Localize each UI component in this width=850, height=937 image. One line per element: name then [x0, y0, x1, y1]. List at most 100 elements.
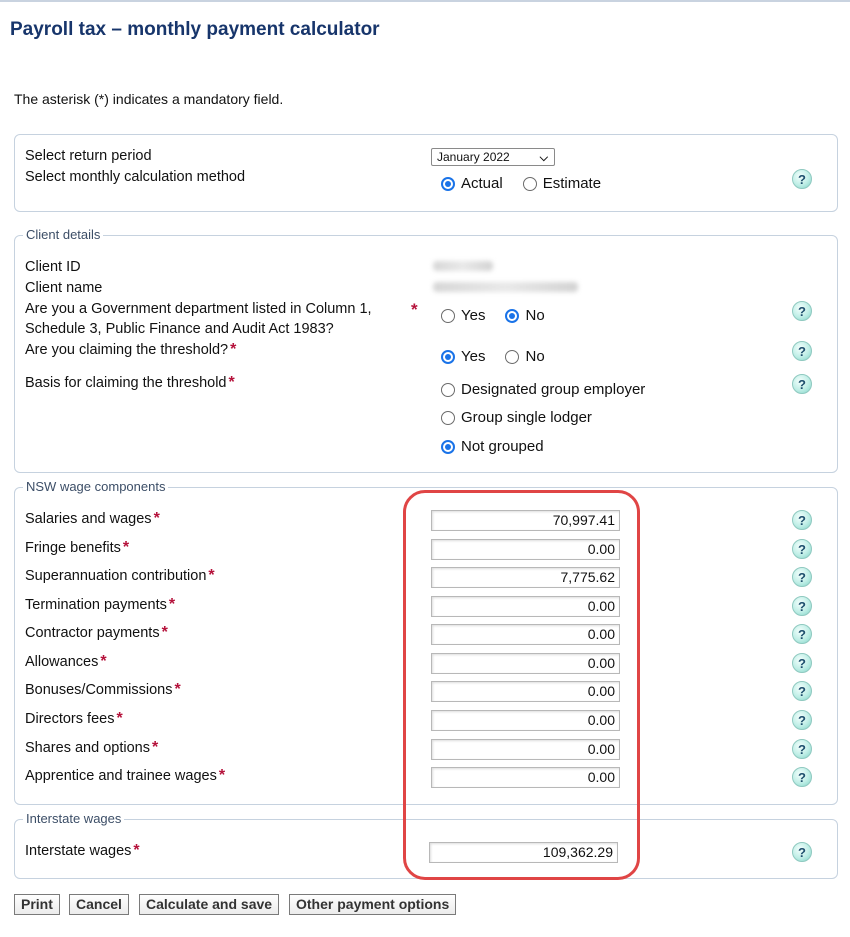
wage-amount-input[interactable]: 0.00	[431, 624, 620, 645]
threshold-yes-label: Yes	[461, 348, 486, 365]
method-actual-radio[interactable]	[441, 176, 455, 191]
interstate-wages-input[interactable]: 109,362.29	[429, 842, 618, 863]
wage-amount-input[interactable]: 0.00	[431, 596, 620, 617]
wage-label: Shares and options	[25, 740, 150, 756]
help-icon[interactable]: ?	[792, 539, 812, 559]
wage-row-label: Salaries and wages *	[25, 509, 160, 529]
nsw-wage-legend: NSW wage components	[23, 479, 169, 494]
wage-row-label: Superannuation contribution *	[25, 566, 215, 586]
wage-row-label: Apprentice and trainee wages *	[25, 766, 225, 786]
page-title: Payroll tax – monthly payment calculator	[10, 19, 380, 40]
wage-amount-input[interactable]: 70,997.41	[431, 510, 620, 531]
mandatory-star: *	[151, 739, 159, 756]
mandatory-note: The asterisk (*) indicates a mandatory f…	[14, 91, 284, 107]
help-icon[interactable]: ?	[792, 341, 812, 361]
wage-amount-input[interactable]: 0.00	[431, 681, 620, 702]
help-icon[interactable]: ?	[792, 374, 812, 394]
gov-dept-no-label: No	[525, 307, 545, 324]
help-icon[interactable]: ?	[792, 653, 812, 673]
wage-row-label: Bonuses/Commissions *	[25, 680, 181, 700]
interstate-label: Interstate wages	[25, 843, 132, 859]
wage-row-label: Fringe benefits *	[25, 538, 129, 558]
mandatory-star: *	[116, 710, 123, 727]
interstate-legend: Interstate wages	[23, 811, 125, 826]
client-details-section: Client details Client ID Client name Are…	[14, 227, 838, 473]
threshold-yes-radio[interactable]	[441, 349, 455, 364]
gov-dept-yes-label: Yes	[461, 307, 486, 324]
return-period-value: January 2022	[437, 150, 510, 164]
help-icon[interactable]: ?	[792, 301, 812, 321]
wage-label: Allowances	[25, 654, 99, 670]
gov-dept-label-line2: Schedule 3, Public Finance and Audit Act…	[25, 321, 334, 337]
print-button[interactable]: Print	[14, 894, 60, 915]
basis-label-row: Basis for claiming the threshold *	[25, 373, 235, 393]
method-actual-label: Actual	[461, 175, 503, 192]
gov-dept-no-radio[interactable]	[505, 308, 520, 323]
other-payment-options-button[interactable]: Other payment options	[289, 894, 457, 915]
help-icon[interactable]: ?	[792, 710, 812, 730]
method-radio-group: Actual Estimate	[441, 175, 601, 192]
nsw-wage-components-section: NSW wage components Salaries and wages * 7…	[14, 479, 838, 805]
calculate-and-save-button[interactable]: Calculate and save	[139, 894, 280, 915]
wage-label: Salaries and wages	[25, 511, 152, 527]
basis-label: Basis for claiming the threshold	[25, 375, 227, 391]
mandatory-star: *	[228, 374, 235, 391]
mandatory-star: *	[122, 539, 130, 556]
wage-label: Bonuses/Commissions	[25, 682, 173, 698]
cancel-button[interactable]: Cancel	[69, 894, 129, 915]
wage-amount-input[interactable]: 0.00	[431, 710, 620, 731]
interstate-wages-section: Interstate wages Interstate wages * 109,3…	[14, 811, 838, 879]
wage-label: Superannuation contribution	[25, 568, 207, 584]
client-details-legend: Client details	[23, 227, 104, 242]
gov-dept-yes-radio[interactable]	[441, 308, 455, 323]
basis-designated-label: Designated group employer	[461, 381, 646, 398]
help-icon[interactable]: ?	[792, 567, 812, 587]
wage-amount-input[interactable]: 0.00	[431, 739, 620, 760]
mandatory-star: *	[168, 596, 176, 613]
wage-amount-input[interactable]: 7,775.62	[431, 567, 620, 588]
wage-label: Apprentice and trainee wages	[25, 768, 217, 784]
client-name-value-redacted	[433, 282, 578, 292]
top-border	[0, 0, 850, 2]
help-icon[interactable]: ?	[792, 681, 812, 701]
interstate-label-row: Interstate wages *	[25, 841, 140, 861]
threshold-label-row: Are you claiming the threshold? *	[25, 340, 236, 360]
mandatory-star: *	[161, 624, 168, 641]
mandatory-star: *	[153, 510, 160, 527]
threshold-label: Are you claiming the threshold?	[25, 342, 229, 358]
threshold-no-label: No	[525, 348, 545, 365]
mandatory-star: *	[218, 767, 226, 784]
threshold-radio-group: Yes No	[441, 348, 545, 365]
wage-amount-input[interactable]: 0.00	[431, 653, 620, 674]
gov-dept-label-line1: Are you a Government department listed i…	[25, 301, 372, 317]
help-icon[interactable]: ?	[792, 842, 812, 862]
wage-label: Fringe benefits	[25, 540, 121, 556]
return-period-select[interactable]: January 2022 ⌵	[431, 148, 555, 166]
method-estimate-label: Estimate	[542, 175, 602, 192]
chevron-down-icon: ⌵	[539, 152, 548, 164]
wage-amount-input[interactable]: 0.00	[431, 767, 620, 788]
help-icon[interactable]: ?	[792, 739, 812, 759]
help-icon[interactable]: ?	[792, 624, 812, 644]
method-estimate-radio[interactable]	[522, 176, 537, 191]
help-icon[interactable]: ?	[792, 596, 812, 616]
basis-not-grouped-label: Not grouped	[461, 438, 544, 455]
basis-option-group-single: Group single lodger	[441, 409, 592, 426]
wage-label: Contractor payments	[25, 625, 160, 641]
threshold-no-radio[interactable]	[505, 349, 520, 364]
client-name-label: Client name	[25, 280, 103, 296]
wage-row-label: Allowances *	[25, 652, 107, 672]
wage-amount-input[interactable]: 0.00	[431, 539, 620, 560]
wage-label: Termination payments	[25, 597, 167, 613]
period-section: Select return period January 2022 ⌵ Sele…	[14, 134, 838, 212]
client-id-label: Client ID	[25, 259, 81, 275]
basis-not-grouped-radio[interactable]	[441, 439, 455, 454]
wage-row-label: Termination payments *	[25, 595, 175, 615]
mandatory-star: *	[133, 842, 140, 859]
help-icon[interactable]: ?	[792, 767, 812, 787]
basis-group-single-radio[interactable]	[441, 410, 455, 425]
help-icon[interactable]: ?	[792, 169, 812, 189]
help-icon[interactable]: ?	[792, 510, 812, 530]
basis-designated-radio[interactable]	[441, 382, 455, 397]
wage-row-label: Directors fees *	[25, 709, 123, 729]
